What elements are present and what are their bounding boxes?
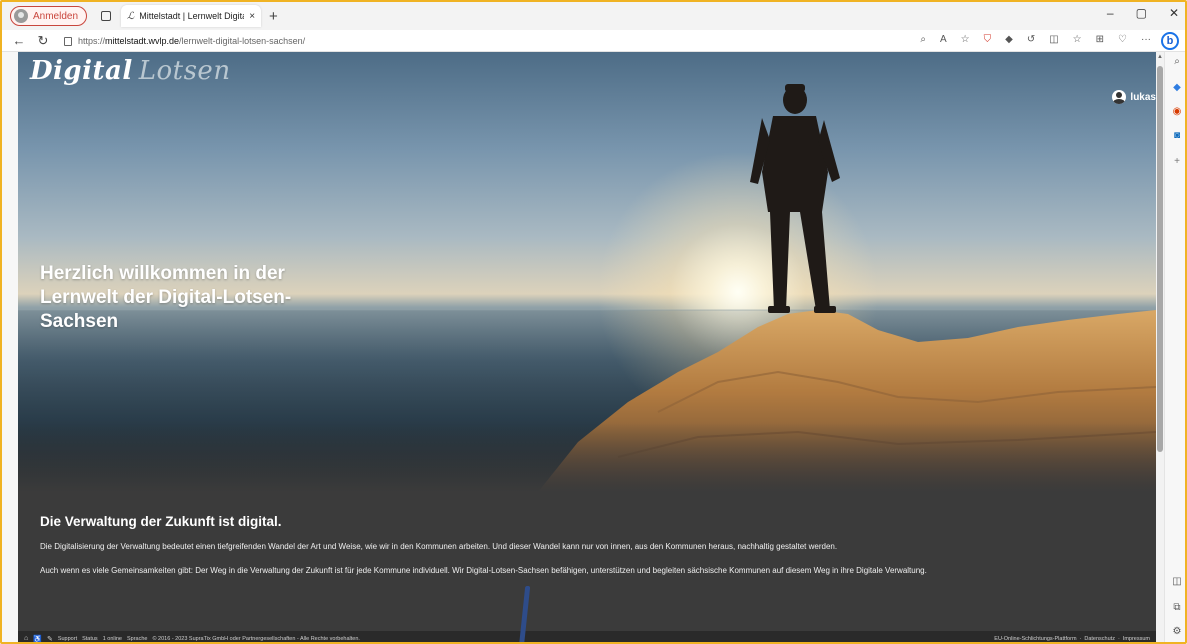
favorite-star-icon[interactable]: ☆ <box>961 34 970 45</box>
user-name: lukas <box>1130 91 1156 103</box>
intro-paragraph: Die Digitalisierung der Verwaltung bedeu… <box>40 542 838 551</box>
page-footer: ⌂ ♿ ✎ Support Status 1 online Sprache © … <box>18 631 1156 643</box>
tab-favicon-icon: ℒ <box>127 10 135 22</box>
add-icon[interactable]: + <box>1171 156 1183 168</box>
page-scrollbar[interactable]: ▲ <box>1156 52 1164 642</box>
restore-button[interactable]: ▢ <box>1136 6 1147 20</box>
lock-icon[interactable] <box>64 37 72 46</box>
footer-link-odr[interactable]: EU-Online-Schlichtungs-Plattform <box>994 636 1076 642</box>
reload-icon[interactable]: ↻ <box>36 33 50 49</box>
collections-icon[interactable]: ⊞ <box>1096 34 1104 45</box>
extension-icon[interactable]: ◆ <box>1005 34 1013 45</box>
hero-title: Herzlich willkommen in der Lernwelt der … <box>40 263 292 332</box>
settings-icon[interactable]: ⚙ <box>1171 626 1183 638</box>
silhouette-figure <box>750 84 840 313</box>
minimize-button[interactable]: – <box>1107 6 1114 20</box>
split-screen-icon[interactable]: ◫ <box>1049 34 1058 45</box>
edge-sidebar: ⌕ ◆ ◉ ◙ + ◫ ⧉ ⚙ <box>1164 52 1185 642</box>
tools-icon[interactable]: ✎ <box>47 635 53 643</box>
copyright-text: © 2016 - 2023 SupraTix GmbH oder Partner… <box>152 635 360 642</box>
toolbar-icons: ⌕ A ☆ ⛉ ◆ ↺ ◫ ☆ ⊞ ♡ ··· <box>920 34 1151 45</box>
hero-banner: Digital Lotsen lukas Herzlich willkommen … <box>18 52 1156 492</box>
search-icon[interactable]: ⌕ <box>920 34 926 45</box>
footer-link-language[interactable]: Sprache <box>127 636 148 642</box>
footer-link-imprint[interactable]: Impressum <box>1123 636 1150 642</box>
close-window-button[interactable]: ✕ <box>1169 6 1179 20</box>
browser-essentials-icon[interactable]: ♡ <box>1118 34 1127 45</box>
favorites-icon[interactable]: ☆ <box>1073 34 1082 45</box>
profile-avatar-icon <box>14 9 28 23</box>
address-bar: ← ↻ https://mittelstadt.wvlp.de/lernwelt… <box>2 30 1185 52</box>
intro-paragraph: Auch wenn es viele Gemeinsamkeiten gibt:… <box>40 566 927 575</box>
browser-window: Anmelden ℒ Mittelstadt | Lernwelt Digita… <box>0 0 1187 644</box>
sidebar-layout-icon[interactable]: ◫ <box>1171 576 1183 588</box>
url-text: https://mittelstadt.wvlp.de/lernwelt-dig… <box>78 35 306 46</box>
tab-actions-icon[interactable] <box>101 11 112 21</box>
outlook-icon[interactable]: ◙ <box>1171 130 1183 142</box>
user-menu[interactable]: lukas <box>1112 90 1156 104</box>
more-icon[interactable]: ··· <box>1141 34 1151 45</box>
shopping-tag-icon[interactable]: ◆ <box>1171 82 1183 94</box>
extension-shield-icon[interactable]: ⛉ <box>984 34 992 45</box>
profile-button[interactable]: Anmelden <box>10 6 88 26</box>
tab-active[interactable]: ℒ Mittelstadt | Lernwelt Digital Lots × <box>121 5 262 27</box>
external-window-icon[interactable]: ⧉ <box>1171 602 1183 614</box>
web-page: Digital Lotsen lukas Herzlich willkommen … <box>18 52 1156 643</box>
bing-copilot-button[interactable]: b <box>1161 32 1179 50</box>
back-arrow-icon[interactable]: ← <box>12 33 26 48</box>
url-field[interactable]: https://mittelstadt.wvlp.de/lernwelt-dig… <box>64 36 305 46</box>
accessibility-icon[interactable]: ♿ <box>33 635 42 643</box>
tab-title: Mittelstadt | Lernwelt Digital Lots <box>139 11 244 21</box>
online-count: 1 online <box>102 635 122 642</box>
section-heading: Die Verwaltung der Zukunft ist digital. <box>40 514 282 529</box>
office-icon[interactable]: ◉ <box>1171 106 1183 118</box>
tab-bar: Anmelden ℒ Mittelstadt | Lernwelt Digita… <box>2 2 1185 30</box>
home-icon[interactable]: ⌂ <box>24 635 28 642</box>
user-avatar-icon <box>1112 90 1127 104</box>
profile-label: Anmelden <box>33 10 79 22</box>
window-controls: – ▢ ✕ <box>1107 6 1179 20</box>
site-logo[interactable]: Digital Lotsen <box>30 56 231 86</box>
footer-link-privacy[interactable]: Datenschutz <box>1084 636 1115 642</box>
refresh-extension-icon[interactable]: ↺ <box>1027 34 1035 45</box>
read-aloud-icon[interactable]: A <box>940 34 947 45</box>
intro-section: Die Verwaltung der Zukunft ist digital. … <box>40 514 1140 590</box>
new-tab-button[interactable]: + <box>269 8 278 25</box>
scroll-thumb[interactable] <box>1157 66 1163 452</box>
footer-link-status[interactable]: Status <box>82 636 98 642</box>
footer-link-support[interactable]: Support <box>58 636 77 642</box>
hero-fade <box>18 422 1156 492</box>
scroll-up-arrow-icon[interactable]: ▲ <box>1157 54 1163 60</box>
close-icon[interactable]: × <box>249 11 255 22</box>
search-icon[interactable]: ⌕ <box>1171 56 1183 68</box>
